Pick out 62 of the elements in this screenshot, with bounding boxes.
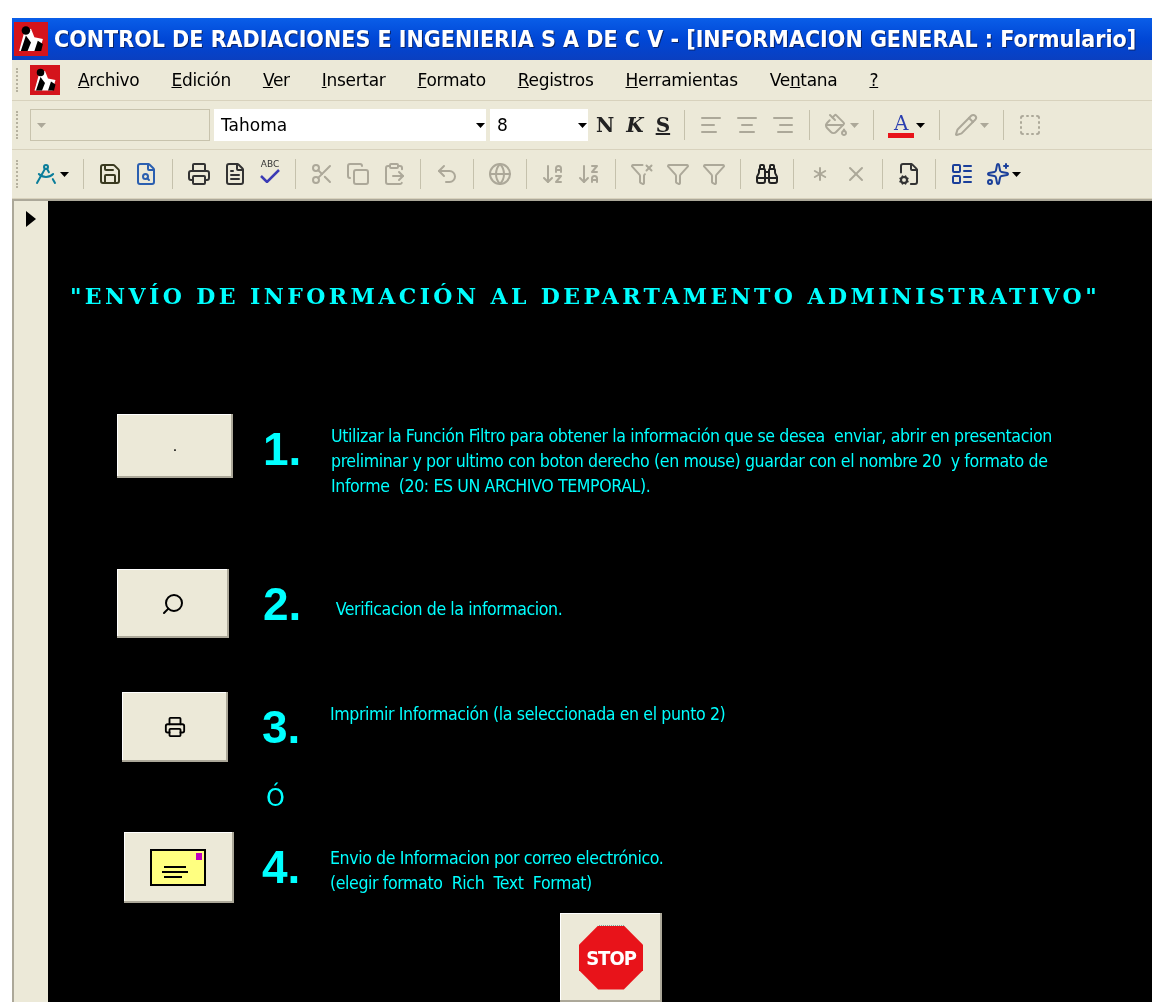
printer-icon [164,716,186,738]
document-icon [223,162,247,186]
form-heading: "ENVÍO DE INFORMACIÓN AL DEPARTAMENTO ADMINISTRATIVO" [70,283,1102,309]
step-text: Verificacion de la informacion. [334,598,564,621]
font-dropdown[interactable]: Tahoma [214,109,486,141]
bold-button[interactable]: N [592,108,619,142]
funnel-icon [666,162,690,186]
email-button[interactable] [124,832,234,903]
globe-icon [488,162,512,186]
file-gear-icon [897,162,921,186]
step-text: Utilizar la Función Filtro para obtener la información que se desea enviar, abrir en presentacion preliminar y por ultimo con boton derecho (en mouse) guardar con el nombre 20 y formato de Informe (20: ES UN ARCHIVO TEMPORAL). [331,425,1053,498]
menu-item[interactable]: Ver [248,66,304,94]
paint-bucket-icon [824,113,849,137]
caret-icon [578,122,587,128]
sort-ascending-icon [541,162,565,186]
step-number: 4. [262,844,302,890]
scissors-icon [310,162,334,186]
step-number: 3. [262,704,302,750]
spelling-button[interactable]: ABC [255,157,285,191]
clipboard-icon [382,162,406,186]
logo-icon [14,22,48,56]
caret-icon [476,122,485,128]
font-color-button[interactable]: A [884,108,930,142]
menu-item[interactable]: Insertar [307,66,400,94]
italic-button[interactable]: K [622,108,648,142]
undo-icon [435,162,459,186]
window-title: CONTROL DE RADIACIONES E INGENIERIA S A DE C V - [INFORMACION GENERAL : Formulario] [54,26,1137,52]
funnel-icon [630,162,654,186]
menu-item[interactable]: Ventana [755,66,852,94]
file-search-icon [134,162,158,186]
record-pointer-icon [26,211,36,227]
list-icon [950,162,974,186]
envelope-icon [150,848,208,887]
sparkle-icon [986,162,1010,186]
pencil-icon [954,113,979,137]
checkmark-icon [259,169,281,183]
dashed-square-icon [1018,113,1043,137]
menu-item[interactable]: Herramientas [611,66,752,94]
step-text: Envio de Informacion por correo electrónico. (elegir formato Rich Text Format) [330,847,665,895]
logo-icon [30,65,60,95]
step-number: 2. [263,581,303,627]
menu-item[interactable]: Edición [157,66,245,94]
binoculars-icon [755,162,779,186]
menu-item[interactable]: ? [855,66,893,94]
funnel-icon [702,162,726,186]
sort-descending-icon [577,162,601,186]
printer-icon [187,162,211,186]
menu-item[interactable]: Archivo [64,66,154,94]
step-number: 1. [263,426,303,472]
or-label: Ó [266,784,286,812]
stop-sign: STOP [579,925,643,990]
menu-item[interactable]: Registros [503,66,608,94]
underline-button[interactable]: S [651,108,675,142]
caret-icon [37,122,46,128]
menu-item[interactable]: Formato [403,66,500,94]
font-dropdown[interactable]: 8 [490,109,588,141]
stop-button[interactable]: STOP [560,913,662,1002]
copy-icon [346,162,370,186]
magnifier-icon [161,591,185,616]
step-text: Imprimir Información (la seleccionada en el punto 2) [330,703,727,726]
filter-button[interactable]: . [117,414,233,478]
print-button[interactable] [122,692,228,762]
